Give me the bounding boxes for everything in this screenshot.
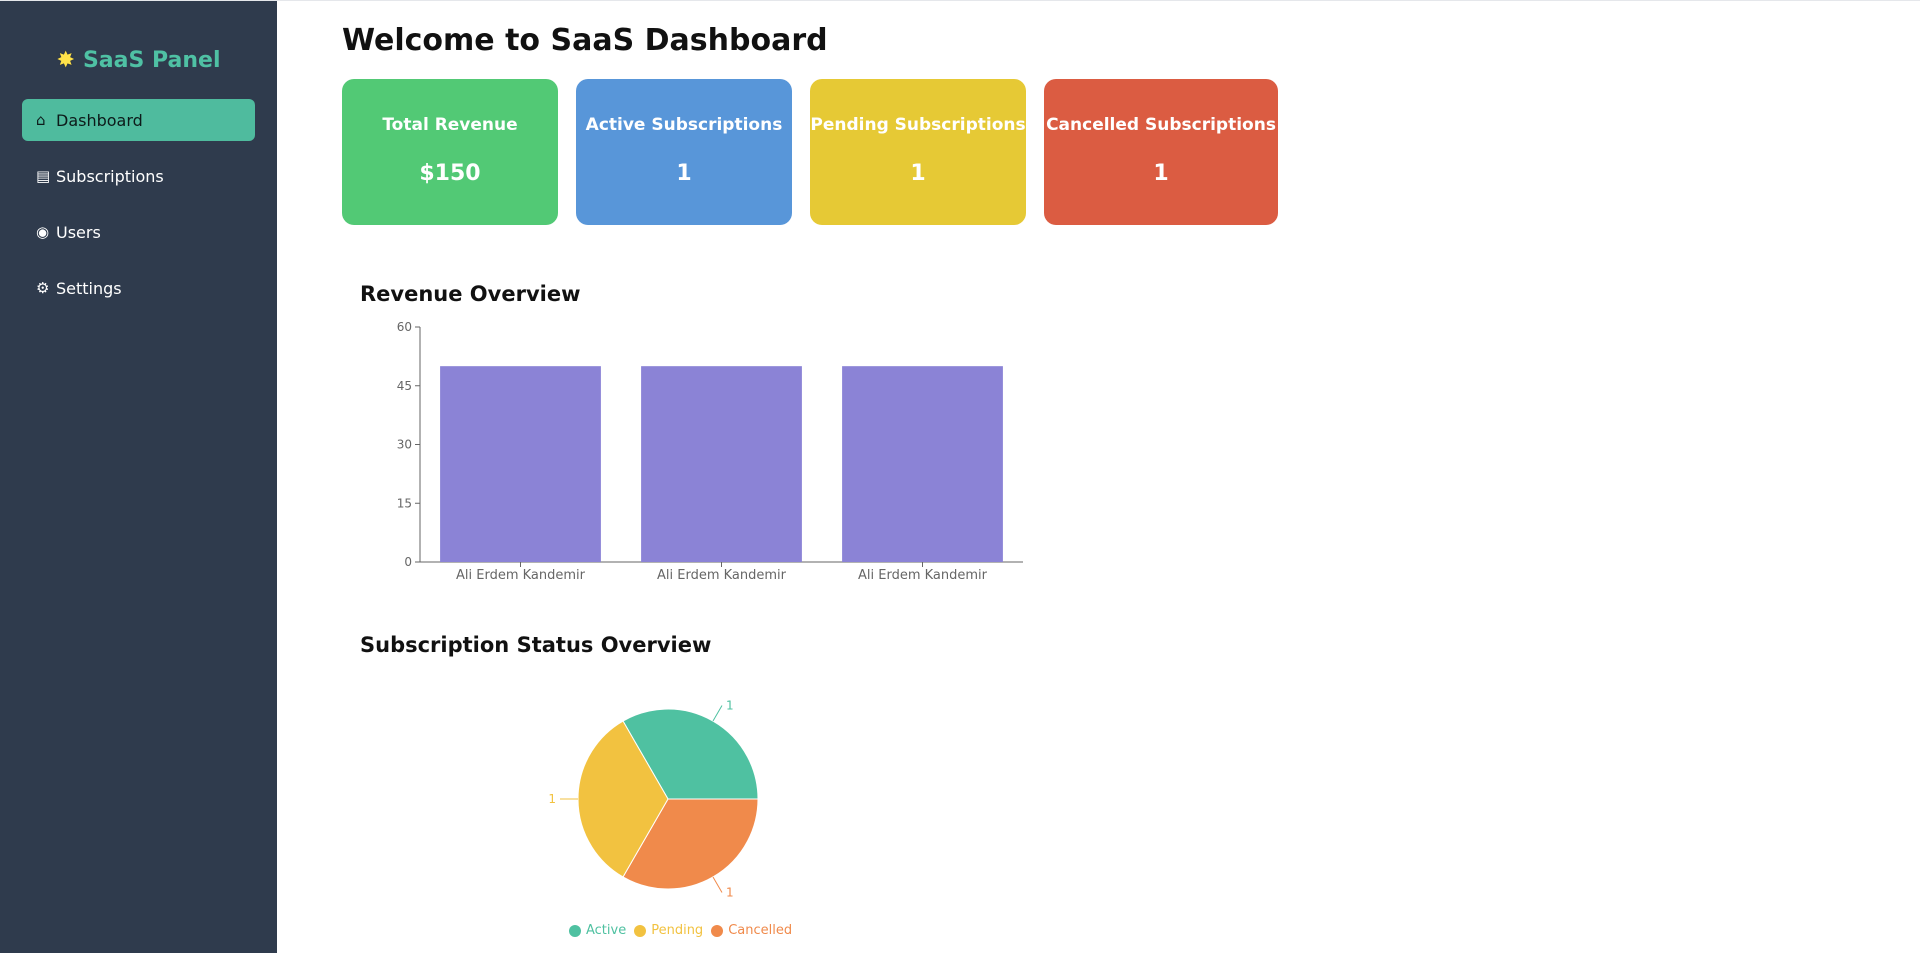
- y-tick-label: 45: [397, 379, 412, 393]
- status-pie-chart-svg: 1 1 1: [548, 698, 759, 900]
- y-tick-label: 60: [397, 320, 412, 334]
- pie-value-label: 1: [726, 698, 734, 712]
- sidebar-item-label: Subscriptions: [56, 166, 164, 186]
- stat-card-label: Cancelled Subscriptions: [1046, 115, 1276, 135]
- legend-dot-icon: [569, 924, 581, 937]
- legend-item-cancelled[interactable]: Cancelled: [711, 923, 792, 938]
- stat-cards: Total Revenue $150 Active Subscriptions …: [342, 79, 1296, 225]
- stat-card-total-revenue: Total Revenue $150: [342, 79, 558, 225]
- subscription-status-title: Subscription Status Overview: [360, 633, 712, 657]
- page-title: Welcome to SaaS Dashboard: [342, 23, 828, 58]
- legend-dot-icon: [634, 924, 647, 937]
- stat-card-value: 1: [676, 161, 692, 186]
- legend-item-pending[interactable]: Pending: [634, 923, 703, 938]
- revenue-bar[interactable]: [842, 366, 1003, 562]
- legend-label: Active: [586, 923, 627, 938]
- legend-dot-icon: [711, 924, 724, 937]
- brand-label: SaaS Panel: [82, 47, 221, 73]
- stat-card-value: 1: [1153, 161, 1169, 186]
- sidebar-item-dashboard[interactable]: ⌂ Dashboard: [22, 99, 255, 141]
- gear-icon: ⚙: [36, 279, 50, 297]
- stat-card-value: 1: [910, 161, 926, 186]
- revenue-bar[interactable]: [641, 366, 802, 562]
- y-tick-label: 15: [397, 496, 412, 510]
- stat-card-pending-subscriptions: Pending Subscriptions 1: [810, 79, 1026, 225]
- legend-item-active[interactable]: Active: [569, 923, 626, 938]
- revenue-bar-chart-svg: 0 15 30 45 60 Ali Erdem Kandemir Ali Erdem Kan…: [397, 320, 1023, 583]
- revenue-chart: 0 15 30 45 60 Ali Erdem Kandemir Ali Erdem Kan…: [360, 319, 1040, 593]
- stat-card-label: Active Subscriptions: [585, 115, 783, 135]
- pie-value-label: 1: [726, 886, 734, 900]
- legend-label: Cancelled: [728, 923, 793, 938]
- pie-value-label: 1: [548, 792, 556, 806]
- pie-label-line: [712, 876, 723, 893]
- sidebar-item-label: Settings: [56, 278, 122, 298]
- users-icon: ◉: [36, 223, 50, 241]
- stat-card-label: Pending Subscriptions: [810, 115, 1026, 135]
- x-tick-label: Ali Erdem Kandemir: [456, 568, 586, 583]
- sidebar-item-users[interactable]: ◉ Users: [22, 211, 255, 253]
- y-tick-label: 0: [404, 555, 412, 569]
- stat-card-cancelled-subscriptions: Cancelled Subscriptions 1: [1044, 79, 1278, 225]
- clipboard-icon: ▤: [36, 167, 51, 185]
- sidebar-item-label: Dashboard: [56, 110, 143, 130]
- stat-card-value: $150: [419, 161, 481, 186]
- x-tick-label: Ali Erdem Kandemir: [657, 568, 787, 583]
- y-tick-label: 30: [397, 438, 412, 452]
- pie-legend: Active Pending Cancelled: [569, 923, 800, 938]
- stat-card-active-subscriptions: Active Subscriptions 1: [576, 79, 792, 225]
- sidebar: ✸ SaaS Panel ⌂ Dashboard ▤ Subscriptions…: [0, 1, 277, 953]
- status-chart: 1 1 1: [542, 686, 802, 910]
- pie-label-line: [712, 705, 723, 722]
- x-tick-label: Ali Erdem Kandemir: [858, 568, 988, 583]
- sidebar-item-subscriptions[interactable]: ▤ Subscriptions: [22, 155, 255, 197]
- sidebar-item-label: Users: [56, 222, 101, 242]
- revenue-overview-title: Revenue Overview: [360, 282, 581, 306]
- stat-card-label: Total Revenue: [382, 115, 518, 135]
- legend-label: Pending: [651, 923, 704, 938]
- sidebar-item-settings[interactable]: ⚙ Settings: [22, 267, 255, 309]
- sidebar-nav: ⌂ Dashboard ▤ Subscriptions ◉ Users ⚙ Se…: [0, 99, 277, 309]
- home-icon: ⌂: [36, 111, 46, 129]
- star-icon: ✸: [56, 47, 75, 73]
- revenue-bar[interactable]: [440, 366, 601, 562]
- brand-logo[interactable]: ✸ SaaS Panel: [0, 43, 277, 77]
